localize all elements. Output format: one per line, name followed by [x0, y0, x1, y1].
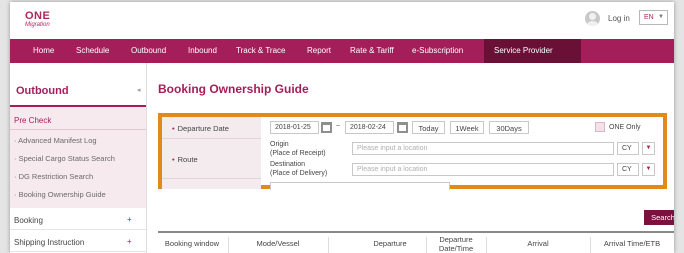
- date-range-separator: ~: [336, 123, 341, 130]
- hidden-row-label-cell: [162, 179, 261, 189]
- sidebar-item-special-cargo-status[interactable]: · Special Cargo Status Search: [14, 154, 115, 163]
- one-only-checkbox[interactable]: [595, 122, 605, 132]
- nav-rate-tariff[interactable]: Rate & Tariff: [350, 46, 394, 55]
- main-nav: Home Schedule Outbound Inbound Track & T…: [10, 39, 674, 63]
- one-only-label: ONE Only: [609, 124, 641, 131]
- destination-location-input[interactable]: Please input a location: [352, 163, 614, 176]
- nav-home[interactable]: Home: [33, 46, 54, 55]
- expand-plus-icon[interactable]: +: [127, 215, 132, 224]
- browser-frame: ONE Migration Log in EN ▼ Home Schedule …: [10, 2, 674, 253]
- language-value: EN: [644, 14, 654, 21]
- chevron-down-icon[interactable]: ▼: [642, 142, 655, 155]
- sidebar-item-label: Shipping Instruction: [14, 238, 85, 247]
- sidebar: Outbound ◂ Pre Check · Advanced Manifest…: [10, 63, 147, 253]
- one-logo[interactable]: ONE Migration: [25, 10, 51, 29]
- divider: [10, 129, 146, 130]
- origin-label: Origin: [270, 141, 289, 148]
- chevron-down-icon: ▼: [658, 14, 664, 20]
- departure-date-to-input[interactable]: 2018-02-24: [345, 121, 394, 134]
- sidebar-header[interactable]: Outbound ◂: [10, 77, 146, 107]
- nav-report[interactable]: Report: [307, 46, 331, 55]
- route-label: • Route: [172, 155, 198, 164]
- language-select[interactable]: EN ▼: [639, 10, 668, 25]
- one-week-button[interactable]: 1Week: [450, 121, 484, 134]
- sidebar-item-dg-restriction[interactable]: · DG Restriction Search: [14, 172, 93, 181]
- column-divider: [328, 237, 329, 253]
- results-table-header: Booking window Mode/Vessel Departure Dep…: [158, 231, 674, 253]
- nav-service-provider[interactable]: Service Provider: [484, 39, 581, 63]
- expand-plus-icon[interactable]: +: [127, 237, 132, 246]
- col-arrival: Arrival: [527, 239, 549, 248]
- departure-label-cell: • Departure Date: [162, 117, 261, 139]
- nav-schedule[interactable]: Schedule: [76, 46, 109, 55]
- sidebar-item-booking-ownership-guide[interactable]: · Booking Ownership Guide: [14, 190, 106, 199]
- column-divider: [426, 237, 427, 253]
- chevron-down-icon[interactable]: ▼: [642, 163, 655, 176]
- calendar-icon[interactable]: [397, 122, 408, 133]
- user-avatar-icon[interactable]: [585, 11, 600, 26]
- sidebar-group-label[interactable]: Pre Check: [14, 116, 51, 125]
- sidebar-item-booking[interactable]: Booking +: [10, 208, 146, 230]
- calendar-icon[interactable]: [321, 122, 332, 133]
- nav-e-subscription[interactable]: e-Subscription: [412, 46, 463, 55]
- search-button[interactable]: Search: [644, 210, 674, 225]
- logo-subtext: Migration: [25, 22, 50, 28]
- origin-sublabel: (Place of Receipt): [270, 150, 326, 157]
- today-button[interactable]: Today: [412, 121, 445, 134]
- column-divider: [228, 237, 229, 253]
- origin-type-select[interactable]: CY: [617, 142, 639, 155]
- hidden-row-input[interactable]: [270, 182, 450, 190]
- col-departure-date-time: Departure Date/Time: [438, 235, 474, 253]
- destination-sublabel: (Place of Delivery): [270, 170, 328, 177]
- col-arrival-time-etb: Arrival Time/ETB: [603, 239, 661, 248]
- nav-track-trace[interactable]: Track & Trace: [236, 46, 286, 55]
- thirty-days-button[interactable]: 30Days: [489, 121, 529, 134]
- sidebar-item-shipping-instruction[interactable]: Shipping Instruction +: [10, 230, 146, 252]
- login-link[interactable]: Log in: [608, 14, 630, 23]
- column-divider: [486, 237, 487, 253]
- destination-type-select[interactable]: CY: [617, 163, 639, 176]
- sidebar-group-pre-check: Pre Check · Advanced Manifest Log · Spec…: [10, 107, 146, 208]
- page-title: Booking Ownership Guide: [158, 82, 309, 96]
- route-label-cell: • Route: [162, 139, 261, 179]
- nav-inbound[interactable]: Inbound: [188, 46, 217, 55]
- logo-text: ONE: [25, 10, 51, 22]
- collapse-arrow-icon[interactable]: ◂: [137, 86, 146, 98]
- nav-outbound[interactable]: Outbound: [131, 46, 166, 55]
- sidebar-item-label: Booking: [14, 216, 43, 225]
- departure-date-label: • Departure Date: [172, 124, 229, 133]
- top-header: ONE Migration Log in EN ▼: [10, 2, 674, 39]
- col-mode-vessel: Mode/Vessel: [256, 239, 300, 248]
- origin-location-input[interactable]: Please input a location: [352, 142, 614, 155]
- departure-date-from-input[interactable]: 2018-01-25: [270, 121, 319, 134]
- col-booking-window: Booking window: [164, 239, 220, 248]
- sidebar-item-advanced-manifest-log[interactable]: · Advanced Manifest Log: [14, 136, 97, 145]
- sidebar-title: Outbound: [16, 85, 69, 97]
- search-form-panel: • Departure Date 2018-01-25 ~ 2018-02-24 …: [158, 113, 667, 190]
- destination-label: Destination: [270, 161, 306, 168]
